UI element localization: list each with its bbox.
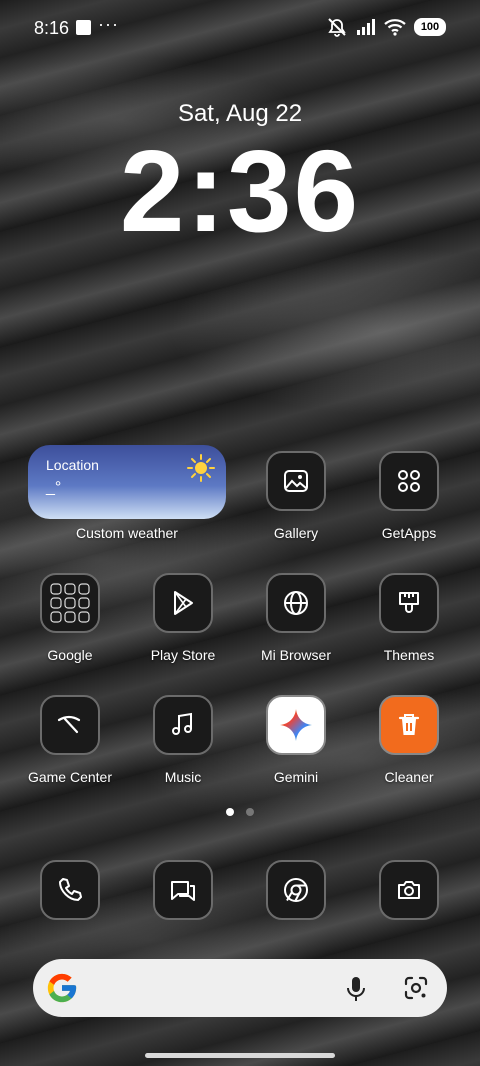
page-dot	[246, 808, 254, 816]
gallery-icon	[284, 470, 308, 492]
dock-camera[interactable]	[379, 860, 439, 920]
weather-location: Location	[46, 457, 99, 473]
dock-chrome[interactable]	[266, 860, 326, 920]
app-gemini[interactable]	[266, 695, 326, 755]
more-notifications-icon: ···	[98, 14, 119, 34]
status-time: 8:16	[34, 18, 70, 38]
cleaner-icon	[398, 714, 420, 735]
status-bar: 8:16 ··· 100	[0, 0, 480, 56]
app-play-store[interactable]	[153, 573, 213, 633]
app-themes[interactable]	[379, 573, 439, 633]
app-gallery[interactable]	[266, 451, 326, 511]
getapps-icon	[398, 470, 420, 492]
app-label-play-store: Play Store	[150, 647, 216, 663]
signal-icon	[357, 19, 375, 35]
chrome-icon	[284, 878, 308, 902]
app-google-folder[interactable]	[40, 573, 100, 633]
app-label-cleaner: Cleaner	[384, 769, 434, 785]
app-label-mi-browser: Mi Browser	[260, 647, 331, 663]
microphone-icon[interactable]	[343, 975, 369, 1003]
themes-icon	[399, 592, 419, 613]
app-label-google: Google	[47, 647, 93, 663]
messages-icon	[171, 881, 195, 901]
app-label-gallery: Gallery	[273, 525, 319, 541]
browser-icon	[284, 591, 308, 615]
battery-indicator: 100	[414, 18, 446, 36]
weather-temp: _°	[46, 479, 62, 496]
app-game-center[interactable]	[40, 695, 100, 755]
app-label-getapps: GetApps	[381, 525, 437, 541]
google-folder-icon	[50, 583, 90, 623]
google-logo-icon	[47, 973, 77, 1003]
app-label-themes: Themes	[383, 647, 435, 663]
app-mi-browser[interactable]	[266, 573, 326, 633]
mute-icon	[328, 18, 346, 37]
phone-icon	[59, 878, 82, 901]
date-label: Sat, Aug 22	[177, 100, 303, 127]
sun-icon	[187, 454, 215, 482]
gesture-navigation-handle[interactable]	[145, 1053, 335, 1058]
page-indicator[interactable]	[226, 808, 254, 816]
weather-widget-label: Custom weather	[76, 525, 178, 541]
google-lens-icon[interactable]	[403, 975, 429, 1001]
notification-icon	[76, 20, 91, 35]
page-dot-active	[226, 808, 234, 816]
gemini-icon	[280, 709, 312, 741]
app-getapps[interactable]	[379, 451, 439, 511]
wifi-icon	[384, 19, 406, 36]
dock-phone[interactable]	[40, 860, 100, 920]
camera-icon	[398, 881, 420, 899]
app-label-gemini: Gemini	[273, 769, 319, 785]
google-search-bar[interactable]	[33, 959, 447, 1017]
app-label-music: Music	[164, 769, 202, 785]
game-center-icon	[57, 715, 81, 734]
app-cleaner[interactable]	[379, 695, 439, 755]
clock[interactable]: 2:36	[0, 127, 480, 256]
music-icon	[172, 712, 192, 735]
app-label-game-center: Game Center	[27, 769, 113, 785]
app-music[interactable]	[153, 695, 213, 755]
play-store-icon	[174, 591, 193, 615]
weather-widget[interactable]: Location _°	[28, 445, 226, 519]
dock-messages[interactable]	[153, 860, 213, 920]
